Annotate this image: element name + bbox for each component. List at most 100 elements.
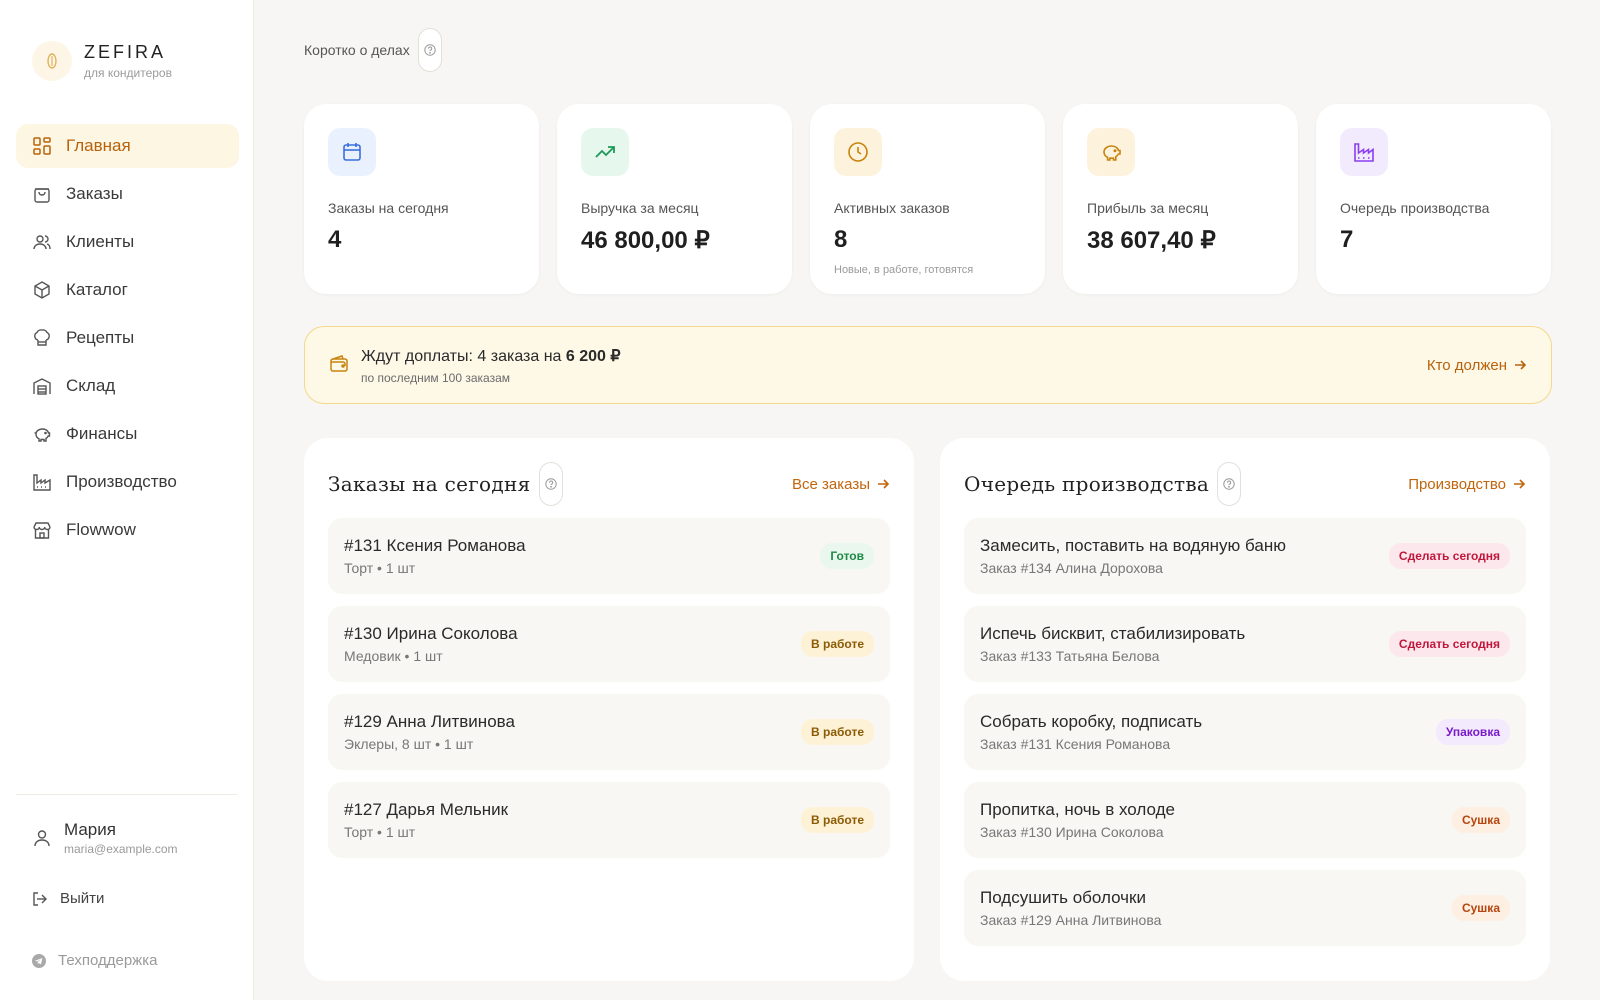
queue-row[interactable]: Пропитка, ночь в холоде Заказ #130 Ирина… [964, 782, 1526, 858]
sidebar: ZEFIRA для кондитеров Главная Заказы Кли… [0, 0, 254, 1000]
order-details: Торт • 1 шт [344, 560, 416, 576]
telegram-icon [32, 953, 46, 968]
banner-amount: 6 200 ₽ [565, 347, 621, 365]
store-icon [32, 520, 52, 540]
task-title: Собрать коробку, подписать [980, 712, 1203, 731]
page-title: Коротко о делах [304, 42, 410, 58]
stat-value: 4 [328, 226, 342, 253]
task-order: Заказ #130 Ирина Соколова [980, 824, 1164, 840]
clock-icon [834, 128, 882, 176]
stat-hint: Новые, в работе, готовятся [834, 264, 974, 276]
task-order: Заказ #131 Ксения Романова [980, 736, 1171, 752]
panel-title: Заказы на сегодня [328, 472, 531, 496]
sidebar-nav: Главная Заказы Клиенты Каталог Рецепты С… [16, 124, 239, 556]
sidebar-item-finance[interactable]: Финансы [16, 412, 239, 456]
queue-row[interactable]: Замесить, поставить на водяную баню Зака… [964, 518, 1526, 594]
order-details: Эклеры, 8 шт • 1 шт [344, 736, 474, 752]
status-badge: В работе [801, 631, 874, 657]
sidebar-item-catalog[interactable]: Каталог [16, 268, 239, 312]
shopping-bag-icon [32, 184, 52, 204]
page-header: Коротко о делах [304, 28, 442, 72]
support-link[interactable]: Техподдержка [32, 952, 157, 969]
stat-value: 38 607,40 ₽ [1087, 227, 1216, 254]
logout-button[interactable]: Выйти [32, 890, 104, 907]
order-row[interactable]: #129 Анна Литвинова Эклеры, 8 шт • 1 шт … [328, 694, 890, 770]
stat-card-profit[interactable]: Прибыль за месяц 38 607,40 ₽ [1063, 104, 1298, 294]
stat-label: Прибыль за месяц [1087, 200, 1209, 216]
order-title: #129 Анна Литвинова [344, 712, 515, 731]
stat-value: 8 [834, 226, 848, 253]
order-row[interactable]: #127 Дарья Мельник Торт • 1 шт В работе [328, 782, 890, 858]
warehouse-icon [32, 376, 52, 396]
wallet-icon [329, 354, 351, 376]
help-icon [544, 478, 557, 490]
status-badge: В работе [801, 719, 874, 745]
stat-label: Очередь производства [1340, 200, 1490, 216]
banner-subtitle: по последним 100 заказам [361, 370, 511, 385]
trending-up-icon [581, 128, 629, 176]
production-link[interactable]: Производство [1408, 476, 1526, 493]
stat-label: Активных заказов [834, 200, 950, 216]
sidebar-item-label: Финансы [66, 424, 138, 443]
help-icon [1223, 478, 1235, 490]
stat-card-revenue[interactable]: Выручка за месяц 46 800,00 ₽ [557, 104, 792, 294]
users-icon [32, 232, 52, 252]
stat-card-active-orders[interactable]: Активных заказов 8 Новые, в работе, гото… [810, 104, 1045, 294]
order-row[interactable]: #131 Ксения Романова Торт • 1 шт Готов [328, 518, 890, 594]
stat-card-orders-today[interactable]: Заказы на сегодня 4 [304, 104, 539, 294]
sidebar-item-clients[interactable]: Клиенты [16, 220, 239, 264]
all-orders-link[interactable]: Все заказы [792, 476, 890, 493]
stat-card-production-queue[interactable]: Очередь производства 7 [1316, 104, 1551, 294]
queue-row[interactable]: Подсушить оболочки Заказ #129 Анна Литви… [964, 870, 1526, 946]
status-badge: Готов [820, 543, 874, 569]
all-orders-label: Все заказы [792, 475, 870, 493]
piggy-bank-icon [1087, 128, 1135, 176]
orders-today-panel: Заказы на сегодня Все заказы #131 Ксения… [304, 438, 914, 981]
order-details: Торт • 1 шт [344, 824, 416, 840]
status-badge: Сушка [1451, 895, 1510, 921]
brand-subtitle: для кондитеров [84, 66, 172, 80]
production-link-label: Производство [1408, 475, 1506, 493]
stat-value: 46 800,00 ₽ [581, 227, 710, 254]
user-profile[interactable]: Мария maria@example.com [32, 820, 178, 856]
task-title: Замесить, поставить на водяную баню [980, 536, 1286, 555]
help-button[interactable] [1217, 462, 1242, 506]
task-order: Заказ #133 Татьяна Белова [980, 648, 1160, 664]
stat-value: 7 [1340, 226, 1354, 253]
queue-row[interactable]: Собрать коробку, подписать Заказ #131 Кс… [964, 694, 1526, 770]
debtors-link[interactable]: Кто должен [1427, 357, 1527, 374]
sidebar-item-flowwow[interactable]: Flowwow [16, 508, 239, 552]
sidebar-item-home[interactable]: Главная [16, 124, 239, 168]
sidebar-item-label: Главная [66, 136, 131, 155]
sidebar-item-label: Склад [66, 376, 116, 395]
debtors-link-label: Кто должен [1426, 356, 1507, 374]
user-icon [32, 828, 52, 848]
sidebar-item-recipes[interactable]: Рецепты [16, 316, 239, 360]
payment-due-banner: Ждут доплаты: 4 заказа на 6 200 ₽ по пос… [304, 326, 1552, 404]
piggy-bank-icon [32, 424, 52, 444]
stat-label: Выручка за месяц [581, 200, 699, 216]
queue-row[interactable]: Испечь бисквит, стабилизировать Заказ #1… [964, 606, 1526, 682]
sidebar-item-orders[interactable]: Заказы [16, 172, 239, 216]
logout-label: Выйти [60, 890, 105, 907]
sidebar-item-production[interactable]: Производство [16, 460, 239, 504]
task-title: Подсушить оболочки [980, 888, 1146, 907]
sidebar-item-warehouse[interactable]: Склад [16, 364, 239, 408]
task-title: Испечь бисквит, стабилизировать [980, 624, 1246, 643]
factory-icon [32, 472, 52, 492]
stat-label: Заказы на сегодня [328, 200, 449, 216]
help-button[interactable] [417, 28, 442, 72]
sidebar-item-label: Рецепты [66, 328, 135, 347]
task-order: Заказ #129 Анна Литвинова [980, 912, 1162, 928]
panel-title: Очередь производства [964, 472, 1210, 496]
task-title: Пропитка, ночь в холоде [980, 800, 1175, 819]
arrow-right-icon [1515, 360, 1527, 370]
help-button[interactable] [538, 462, 563, 506]
order-details: Медовик • 1 шт [344, 648, 443, 664]
arrow-right-icon [1514, 479, 1526, 489]
status-badge: Сделать сегодня [1388, 631, 1510, 657]
order-row[interactable]: #130 Ирина Соколова Медовик • 1 шт В раб… [328, 606, 890, 682]
factory-icon [1340, 128, 1388, 176]
order-title: #130 Ирина Соколова [344, 624, 518, 643]
brand[interactable]: ZEFIRA для кондитеров [32, 41, 172, 81]
